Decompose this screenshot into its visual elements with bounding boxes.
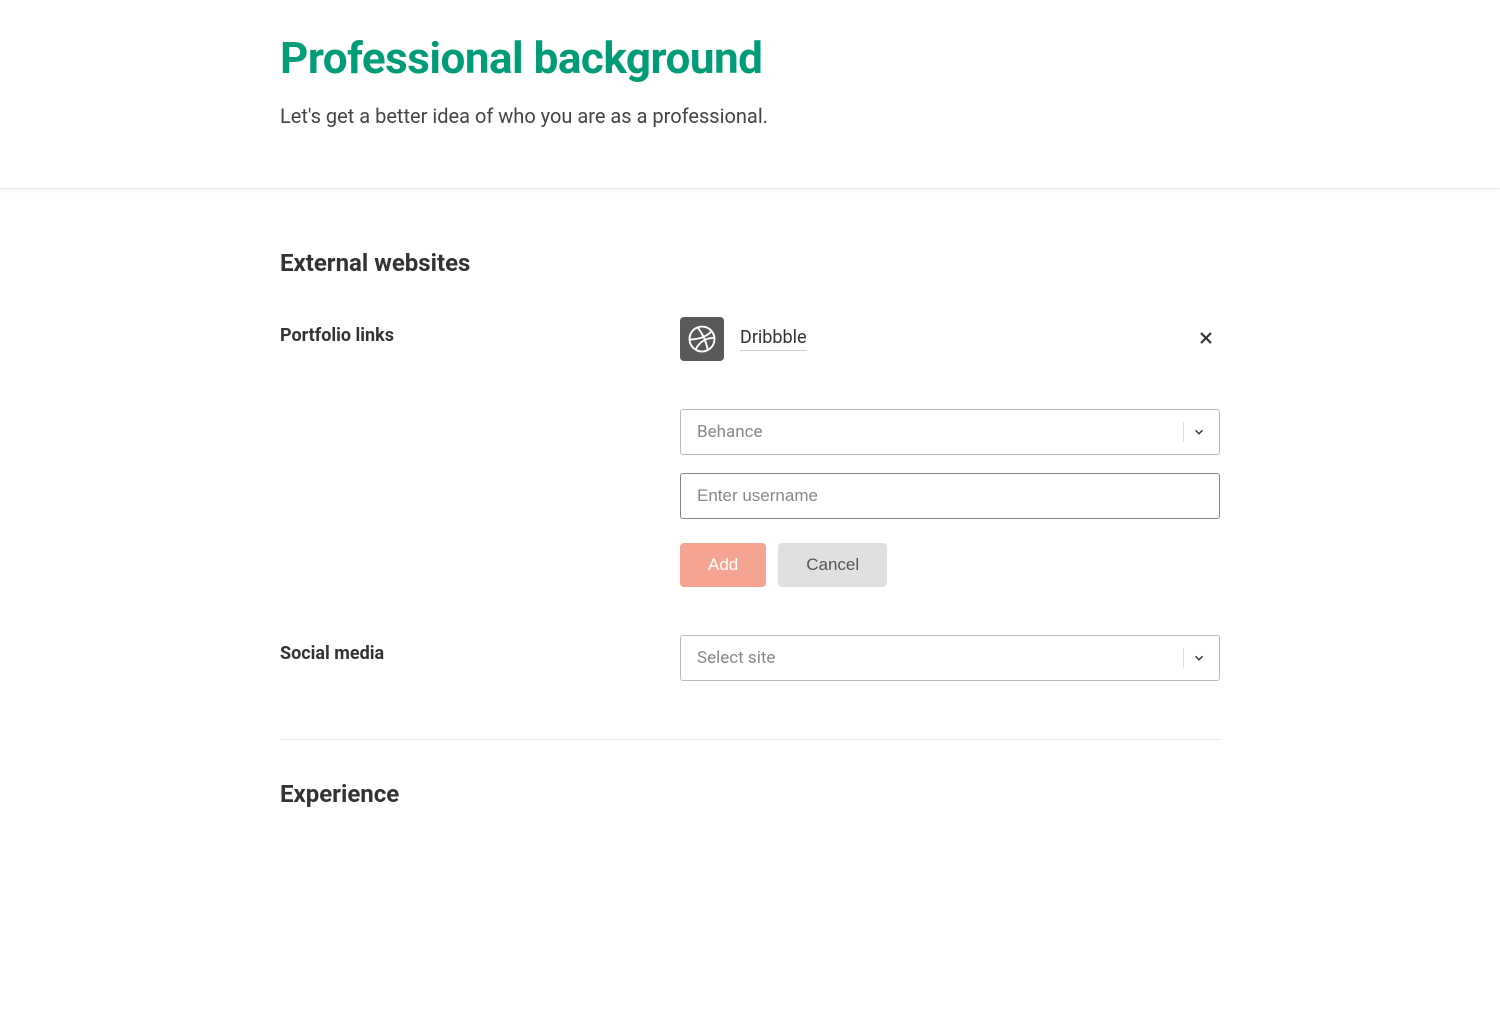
- social-media-row: Social media Select site: [280, 635, 1220, 699]
- social-media-fields: Select site: [680, 635, 1220, 699]
- portfolio-site-select[interactable]: Behance: [680, 409, 1220, 455]
- portfolio-item-content: Dribbble: [680, 317, 807, 361]
- add-button[interactable]: Add: [680, 543, 766, 587]
- portfolio-links-fields: Dribbble Behance: [680, 317, 1220, 587]
- social-media-select-wrapper: Select site: [680, 635, 1220, 681]
- page-subtitle: Let's get a better idea of who you are a…: [280, 104, 1220, 128]
- portfolio-links-label: Portfolio links: [280, 317, 680, 587]
- portfolio-site-link[interactable]: Dribbble: [740, 327, 807, 351]
- add-portfolio-buttons: Add Cancel: [680, 543, 1220, 587]
- close-icon: [1196, 328, 1216, 348]
- section-divider: [280, 739, 1220, 740]
- remove-portfolio-button[interactable]: [1192, 324, 1220, 355]
- header-section: Professional background Let's get a bett…: [0, 0, 1500, 189]
- portfolio-links-row: Portfolio links Dribbble: [280, 317, 1220, 587]
- external-websites-heading: External websites: [280, 249, 1220, 277]
- username-input[interactable]: [680, 473, 1220, 519]
- page-title: Professional background: [280, 32, 1220, 84]
- portfolio-site-select-wrapper: Behance: [680, 409, 1220, 455]
- cancel-button[interactable]: Cancel: [778, 543, 887, 587]
- portfolio-item: Dribbble: [680, 317, 1220, 361]
- social-media-label: Social media: [280, 635, 680, 699]
- content-section: External websites Portfolio links: [0, 189, 1500, 808]
- social-media-select[interactable]: Select site: [680, 635, 1220, 681]
- dribbble-icon: [680, 317, 724, 361]
- experience-heading: Experience: [280, 780, 1220, 808]
